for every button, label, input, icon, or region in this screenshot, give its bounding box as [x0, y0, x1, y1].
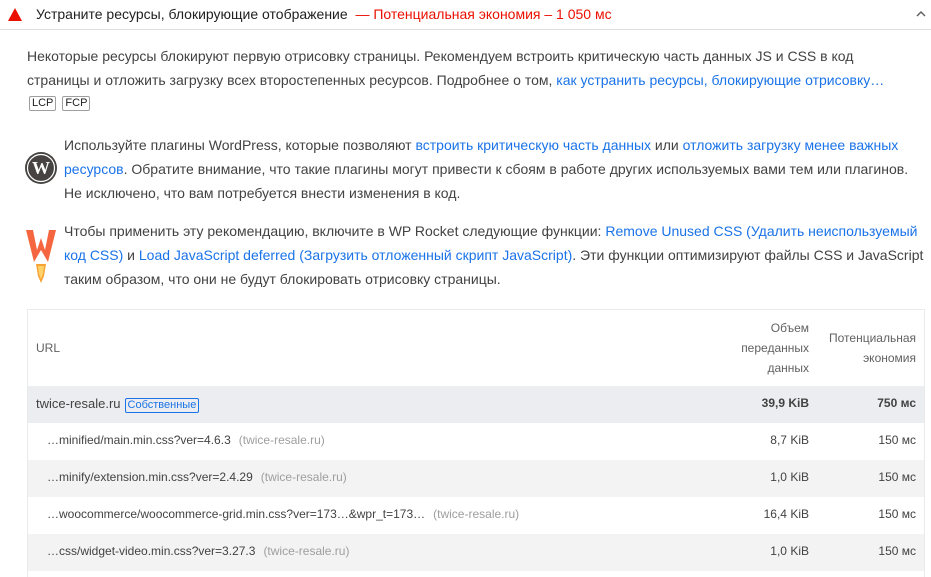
wordpress-text-2: или — [651, 137, 683, 153]
wordpress-logo-icon: W — [25, 152, 57, 184]
resource-url[interactable]: …minified/main.min.css?ver=4.6.3 (twice-r… — [47, 433, 325, 447]
resource-host: (twice-resale.ru) — [260, 470, 347, 484]
audit-savings: — Потенциальная экономия – 1 050 мс — [355, 6, 612, 22]
resource-url[interactable]: …css/widget-video.min.css?ver=3.27.3 (twi… — [47, 544, 349, 558]
column-header-potential-savings-line2: экономия — [863, 351, 916, 365]
load-js-deferred-link[interactable]: Load JavaScript deferred (Загрузить отло… — [139, 247, 572, 263]
group-potential-savings: 750 мс — [877, 396, 916, 410]
resource-potential-savings: 150 мс — [878, 433, 916, 447]
resource-url-path[interactable]: …css/widget-video.min.css?ver=3.27.3 — [47, 544, 255, 558]
resource-potential-savings: 150 мс — [878, 544, 916, 558]
resource-url-path[interactable]: …minified/main.min.css?ver=4.6.3 — [47, 433, 231, 447]
first-party-badge: Собственные — [124, 398, 200, 413]
inline-critical-link[interactable]: встроить критическую часть данных — [415, 137, 651, 153]
svg-text:W: W — [32, 158, 50, 178]
chevron-up-icon[interactable] — [914, 7, 928, 21]
resource-url-path[interactable]: …woocommerce/woocommerce-grid.min.css?ve… — [47, 507, 425, 521]
column-header-url: URL — [36, 341, 61, 355]
wordpress-text: Используйте плагины WordPress, которые п… — [64, 133, 924, 205]
column-header-potential-savings-line1: Потенциальная — [829, 331, 916, 345]
wprocket-text-2: и — [123, 247, 139, 263]
resources-table: URL Объем переданных данных Потенциальна… — [27, 309, 925, 577]
column-header-transfer-size: Объем переданных данных — [741, 318, 809, 378]
group-transfer-size: 39,9 KiB — [761, 396, 809, 410]
audit-title-text: Устраните ресурсы, блокирующие отображен… — [36, 6, 348, 22]
stack-pack-wordpress: W Используйте плагины WordPress, которые… — [24, 133, 924, 205]
resource-transfer-size: 8,7 KiB — [770, 433, 809, 447]
audit-description: Некоторые ресурсы блокируют первую отрис… — [27, 44, 917, 92]
resource-host: (twice-resale.ru) — [433, 507, 520, 521]
resource-transfer-size: 1,0 KiB — [770, 544, 809, 558]
table-row: …woocommerce/woocommerce-grid.min.css?ve… — [28, 497, 924, 534]
resource-url[interactable]: …woocommerce/woocommerce-grid.min.css?ve… — [47, 507, 519, 521]
audit-header[interactable]: Устраните ресурсы, блокирующие отображен… — [0, 0, 931, 30]
resource-host: (twice-resale.ru) — [238, 433, 325, 447]
column-header-transfer-size-line3: данных — [767, 361, 809, 375]
wprocket-text: Чтобы применить эту рекомендацию, включи… — [64, 219, 924, 291]
wordpress-text-1: Используйте плагины WordPress, которые п… — [64, 137, 416, 153]
column-header-transfer-size-line2: переданных — [741, 341, 809, 355]
wp-rocket-logo-icon — [26, 230, 56, 283]
badge-lcp: LCP — [29, 96, 57, 111]
resource-host: (twice-resale.ru) — [263, 544, 350, 558]
table-group-row: twice-resale.ru Собственные 39,9 KiB 750 … — [28, 386, 924, 423]
resource-transfer-size: 1,0 KiB — [770, 470, 809, 484]
learn-more-link[interactable]: как устранить ресурсы, блокирующие отрис… — [556, 72, 884, 88]
table-row: …minify/extension.min.css?ver=2.4.29 (twi… — [28, 460, 924, 497]
wprocket-text-1: Чтобы применить эту рекомендацию, включи… — [64, 223, 606, 239]
resource-potential-savings: 150 мс — [878, 507, 916, 521]
resource-potential-savings: 150 мс — [878, 470, 916, 484]
group-entity: twice-resale.ru Собственные — [36, 396, 200, 413]
resource-url-path[interactable]: …minify/extension.min.css?ver=2.4.29 — [47, 470, 253, 484]
metric-badges: LCP FCP — [29, 96, 91, 111]
audit-title: Устраните ресурсы, блокирующие отображен… — [36, 6, 612, 22]
group-host: twice-resale.ru — [36, 396, 121, 411]
table-row: …minified/main.min.css?ver=4.6.3 (twice-r… — [28, 423, 924, 460]
wordpress-text-3: . Обратите внимание, что такие плагины м… — [64, 161, 909, 201]
table-row: …css/widget-video.min.css?ver=3.27.3 (twi… — [28, 534, 924, 571]
warning-triangle-icon — [8, 8, 22, 21]
resource-url[interactable]: …minify/extension.min.css?ver=2.4.29 (twi… — [47, 470, 347, 484]
column-header-potential-savings: Потенциальная экономия — [829, 328, 916, 368]
resource-transfer-size: 16,4 KiB — [763, 507, 809, 521]
stack-pack-wprocket: Чтобы применить эту рекомендацию, включи… — [24, 219, 924, 291]
badge-fcp: FCP — [62, 96, 91, 111]
column-header-transfer-size-line1: Объем — [770, 321, 809, 335]
